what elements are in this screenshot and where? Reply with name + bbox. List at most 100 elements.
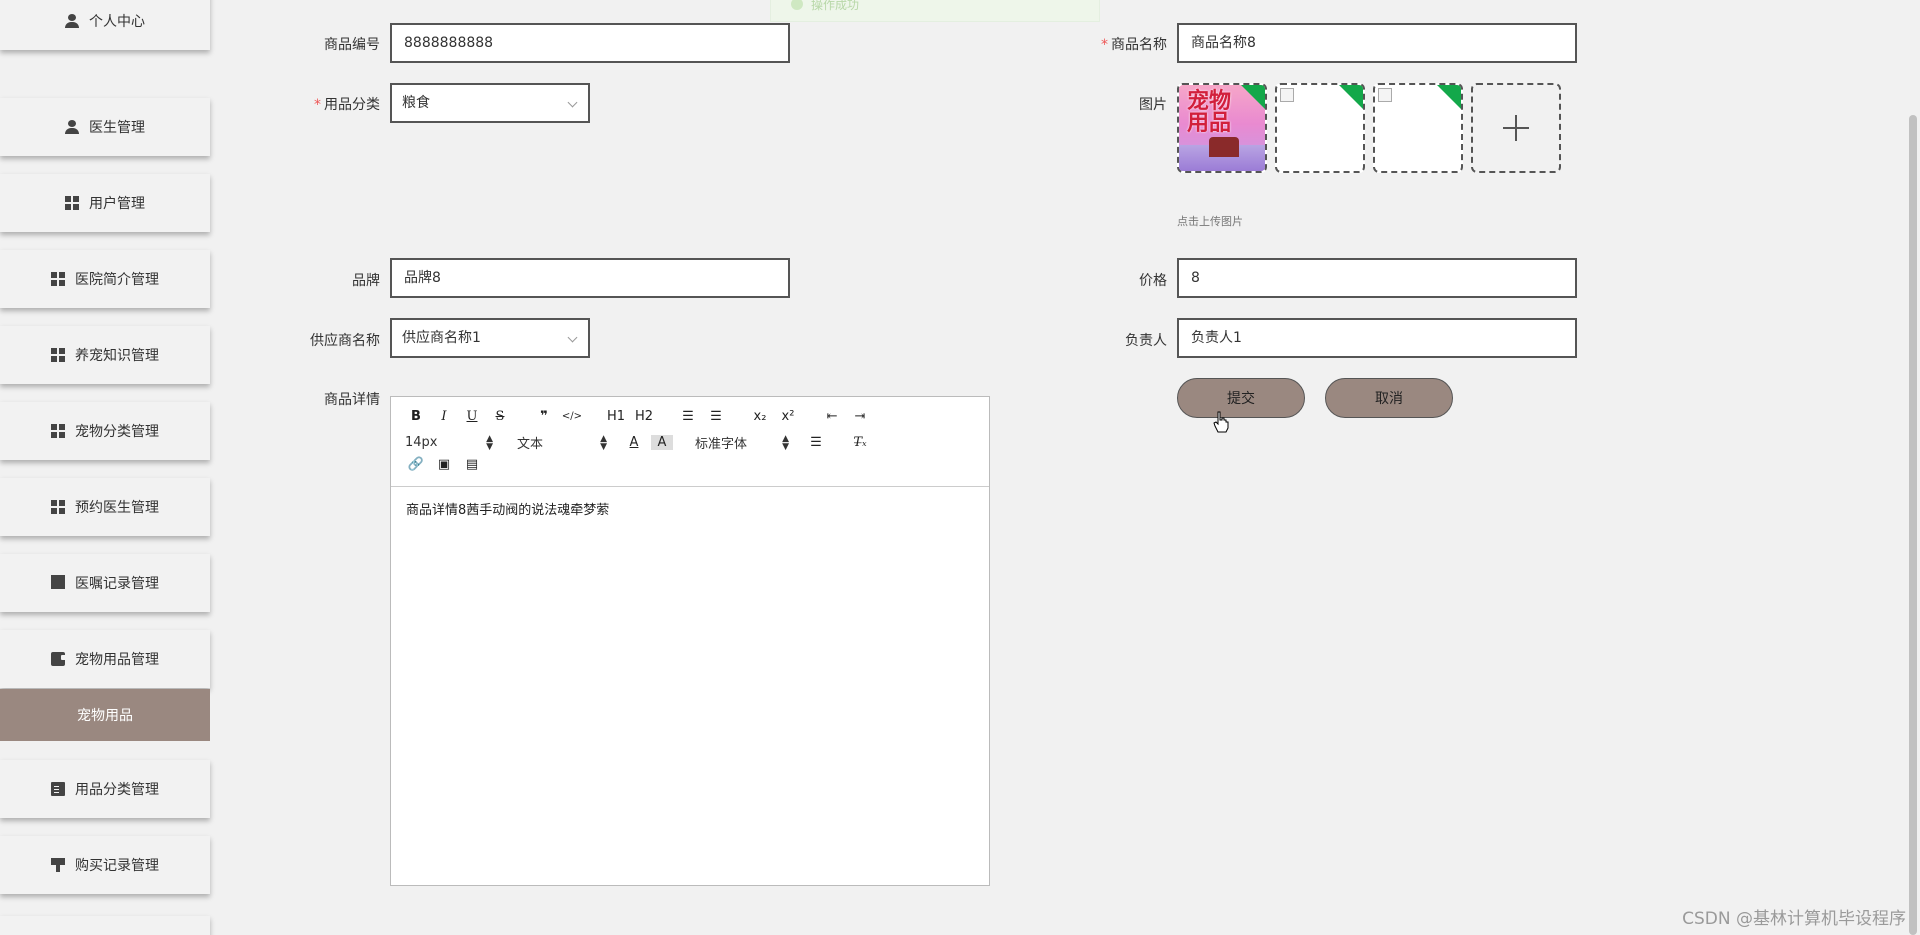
outdent-icon[interactable]: ⇤ — [821, 409, 843, 424]
editor-content[interactable]: 商品详情8茜手动阀的说法魂牵梦萦 — [391, 487, 989, 530]
monitor-icon — [51, 574, 65, 589]
background-color-icon[interactable]: A — [651, 435, 673, 450]
sidebar-item-medical-orders[interactable]: 医嘱记录管理 — [0, 554, 210, 612]
poster-text: 宠物 用品 — [1187, 89, 1232, 136]
label-manager: 负责人 — [1125, 333, 1167, 349]
sidebar-item-pet-knowledge[interactable]: 养宠知识管理 — [0, 326, 210, 384]
label-supplier: 供应商名称 — [310, 333, 380, 349]
sidebar-item-label: 宠物用品 — [77, 708, 133, 724]
sidebar-item-purchase-records[interactable]: 购买记录管理 — [0, 836, 210, 894]
code-input[interactable]: 8888888888 — [390, 23, 790, 63]
header1-button[interactable]: H1 — [605, 409, 627, 424]
image-icon[interactable]: ▣ — [433, 457, 455, 472]
sidebar-item-label: 医嘱记录管理 — [75, 576, 159, 592]
header-select[interactable]: 文本 ▲ ▼ — [517, 433, 607, 452]
sidebar-item-partial[interactable] — [0, 916, 210, 935]
updown-icon: ▲ ▼ — [600, 433, 607, 452]
superscript-button[interactable]: x² — [777, 409, 799, 424]
broken-image-icon — [1378, 88, 1392, 102]
success-toast: 操作成功 — [770, 0, 1100, 22]
bullet-list-icon[interactable]: ☰ — [705, 409, 727, 424]
scrollbar-thumb[interactable] — [1909, 115, 1917, 935]
success-icon — [791, 0, 803, 10]
sidebar-item-label: 用户管理 — [89, 196, 145, 212]
sidebar-item-label: 宠物分类管理 — [75, 424, 159, 440]
video-icon[interactable]: ▤ — [461, 457, 483, 472]
plus-icon — [1503, 115, 1529, 141]
clipboard-icon — [51, 782, 65, 796]
header2-button[interactable]: H2 — [633, 409, 655, 424]
label-price: 价格 — [1139, 273, 1167, 289]
manager-input[interactable]: 负责人1 — [1177, 318, 1577, 358]
uploaded-badge — [1338, 85, 1363, 110]
sidebar-item-appointment[interactable]: 预约医生管理 — [0, 478, 210, 536]
sidebar: 个人中心 医生管理 用户管理 医院简介管理 养宠知识管理 宠物分类管理 预约医生… — [0, 0, 210, 935]
chevron-down-icon — [567, 97, 578, 108]
ordered-list-icon[interactable]: ☰ — [677, 409, 699, 424]
code-block-button[interactable]: </> — [561, 411, 583, 422]
blockquote-button[interactable]: ❞ — [533, 409, 555, 424]
sidebar-item-label: 用品分类管理 — [75, 782, 159, 798]
supplier-value: 供应商名称1 — [402, 330, 481, 346]
upload-image-button[interactable] — [1471, 83, 1561, 173]
indent-icon[interactable]: ⇥ — [849, 409, 871, 424]
broken-image-icon — [1280, 88, 1294, 102]
header-value: 文本 — [517, 437, 544, 452]
label-brand: 品牌 — [352, 273, 380, 289]
link-icon[interactable]: 🔗 — [405, 457, 427, 472]
user-icon — [65, 14, 79, 28]
sidebar-item-label: 个人中心 — [89, 14, 145, 30]
supplier-select[interactable]: 供应商名称1 — [390, 318, 590, 358]
grid-icon — [51, 500, 65, 514]
sidebar-item-pet-category[interactable]: 宠物分类管理 — [0, 402, 210, 460]
grid-icon — [65, 196, 79, 210]
category-value: 粮食 — [402, 95, 430, 111]
page-scrollbar[interactable] — [1906, 0, 1920, 935]
label-detail: 商品详情 — [324, 392, 380, 408]
watermark: CSDN @基林计算机毕设程序 — [1682, 909, 1906, 929]
sidebar-item-label: 预约医生管理 — [75, 500, 159, 516]
name-input[interactable]: 商品名称8 — [1177, 23, 1577, 63]
sidebar-item-label: 医院简介管理 — [75, 272, 159, 288]
font-family-select[interactable]: 标准字体 ▲ ▼ — [695, 433, 789, 452]
image-thumbnail[interactable] — [1373, 83, 1463, 173]
sidebar-subitem-pet-supplies[interactable]: 宠物用品 — [0, 689, 210, 741]
sidebar-item-hospital-intro[interactable]: 医院简介管理 — [0, 250, 210, 308]
sidebar-item-label: 养宠知识管理 — [75, 348, 159, 364]
uploaded-badge — [1240, 85, 1265, 110]
bold-button[interactable]: B — [405, 409, 427, 424]
clear-format-icon[interactable]: T̶ₓ — [849, 435, 871, 450]
font-size-select[interactable]: 14px ▲ ▼ — [405, 433, 493, 452]
underline-button[interactable]: U — [461, 409, 483, 424]
sidebar-item-personal-center[interactable]: 个人中心 — [0, 0, 210, 50]
brand-input[interactable]: 品牌8 — [390, 258, 790, 298]
updown-icon: ▲ ▼ — [782, 433, 789, 452]
rich-text-editor: B I U S ❞ </> H1 H2 ☰ ☰ x₂ x² ⇤ ⇥ 14px ▲ ▼… — [390, 396, 990, 886]
toast-text: 操作成功 — [811, 0, 860, 12]
uploaded-badge — [1436, 85, 1461, 110]
image-thumbnail[interactable] — [1275, 83, 1365, 173]
submit-button[interactable]: 提交 — [1177, 378, 1305, 418]
hand-cursor-icon — [1213, 411, 1229, 433]
italic-button[interactable]: I — [433, 409, 455, 424]
strikethrough-button[interactable]: S — [489, 409, 511, 424]
image-thumbnail[interactable]: 宠物 用品 — [1177, 83, 1267, 173]
stamp-icon — [51, 858, 65, 872]
category-select[interactable]: 粮食 — [390, 83, 590, 123]
align-left-icon[interactable]: ☰ — [805, 435, 827, 450]
font-color-icon[interactable]: A — [623, 435, 645, 450]
font-family-value: 标准字体 — [695, 437, 748, 452]
wallet-icon — [51, 652, 66, 666]
sidebar-item-users[interactable]: 用户管理 — [0, 174, 210, 232]
cancel-button[interactable]: 取消 — [1325, 378, 1453, 418]
grid-icon — [51, 424, 65, 438]
sidebar-item-label: 购买记录管理 — [75, 858, 159, 874]
label-code: 商品编号 — [324, 37, 380, 53]
sidebar-item-pet-supplies-mgmt[interactable]: 宠物用品管理 — [0, 630, 210, 688]
price-input[interactable]: 8 — [1177, 258, 1577, 298]
label-category: * 用品分类 — [314, 97, 380, 113]
sidebar-item-supply-category[interactable]: 用品分类管理 — [0, 760, 210, 818]
subscript-button[interactable]: x₂ — [749, 409, 771, 424]
updown-icon: ▲ ▼ — [486, 433, 493, 452]
sidebar-item-doctor[interactable]: 医生管理 — [0, 98, 210, 156]
